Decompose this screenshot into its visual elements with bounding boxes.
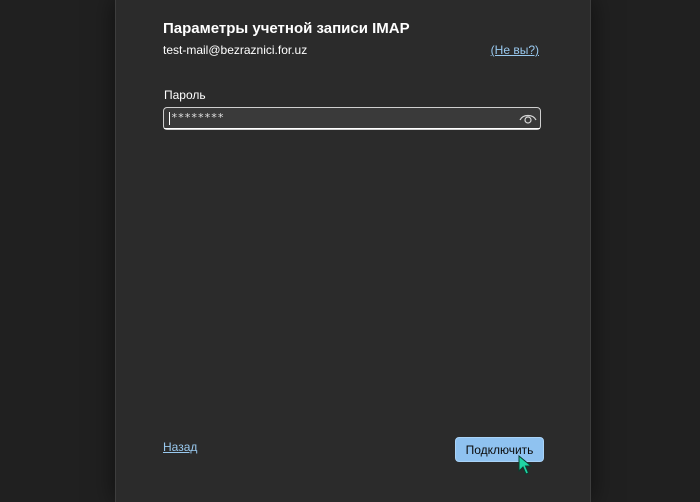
pointer-cursor-icon <box>518 454 533 475</box>
account-email: test-mail@bezraznici.for.uz <box>163 43 308 57</box>
password-field[interactable]: ******** <box>163 107 541 130</box>
imap-settings-dialog: Параметры учетной записи IMAP test-mail@… <box>115 0 591 502</box>
text-caret <box>169 112 170 125</box>
eye-icon[interactable] <box>519 111 537 126</box>
back-link[interactable]: Назад <box>163 440 197 454</box>
dialog-title: Параметры учетной записи IMAP <box>163 20 410 37</box>
password-label: Пароль <box>164 88 206 102</box>
not-you-link[interactable]: (Не вы?) <box>491 43 539 57</box>
password-value: ******** <box>171 111 224 124</box>
